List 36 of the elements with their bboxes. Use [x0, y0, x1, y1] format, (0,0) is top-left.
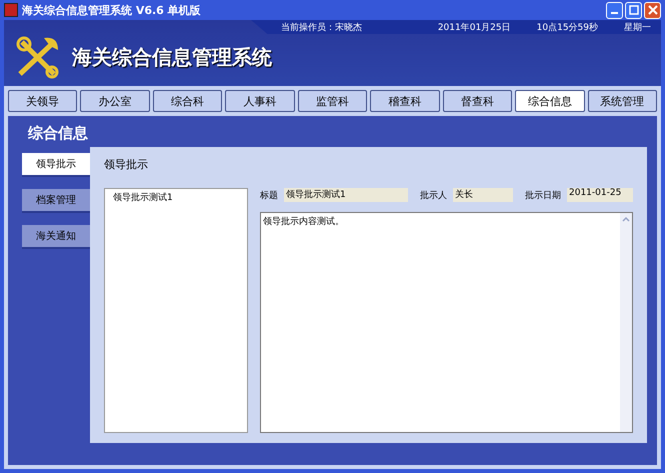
maximize-icon — [628, 5, 638, 15]
field-label: 批示人 — [420, 190, 447, 202]
nav-tab[interactable]: 督查科 — [442, 90, 512, 112]
sidebar-item[interactable]: 档案管理 — [22, 189, 90, 213]
app-name: 海关综合信息管理系统 — [72, 44, 272, 70]
content-textarea[interactable]: 领导批示内容测试。 — [260, 212, 633, 433]
minimize-icon — [611, 12, 618, 14]
nav-tab[interactable]: 关领导 — [8, 90, 78, 112]
nav-tab[interactable]: 综合科 — [152, 90, 222, 112]
list-item[interactable]: 领导批示测试1 — [113, 191, 239, 204]
close-button[interactable] — [644, 2, 661, 18]
sidebar-item[interactable]: 领导批示 — [22, 153, 90, 177]
app-icon — [4, 3, 18, 17]
nav-tab[interactable]: 系统管理 — [588, 90, 657, 112]
weekday-label: 星期一 — [624, 22, 651, 34]
input-field[interactable]: 关长 — [453, 188, 513, 202]
content-heading: 领导批示 — [104, 157, 149, 172]
input-field[interactable]: 2011-01-25 — [567, 188, 633, 202]
scrollbar[interactable] — [620, 213, 632, 432]
section-title: 综合信息 — [26, 123, 89, 144]
nav-tab[interactable]: 稽查科 — [370, 90, 440, 112]
nav-tab[interactable]: 办公室 — [80, 90, 150, 112]
nav-tab[interactable]: 监管科 — [298, 90, 368, 112]
window-title: 海关综合信息管理系统 V6.6 单机版 — [22, 2, 201, 18]
field-label: 批示日期 — [525, 190, 561, 202]
minimize-button[interactable] — [606, 2, 623, 18]
date-label: 2011年01月25日 — [438, 22, 511, 34]
sidebar-item[interactable]: 海关通知 — [22, 225, 90, 249]
nav-tab[interactable]: 人事科 — [225, 90, 295, 112]
maximize-button[interactable] — [625, 2, 642, 18]
close-icon — [648, 5, 658, 15]
nav-tab[interactable]: 综合信息 — [515, 90, 584, 112]
input-field[interactable]: 领导批示测试1 — [284, 188, 408, 202]
field-label: 标题 — [260, 190, 278, 202]
operator-label: 当前操作员：宋晓杰 — [280, 22, 362, 34]
time-label: 10点15分59秒 — [536, 22, 598, 34]
